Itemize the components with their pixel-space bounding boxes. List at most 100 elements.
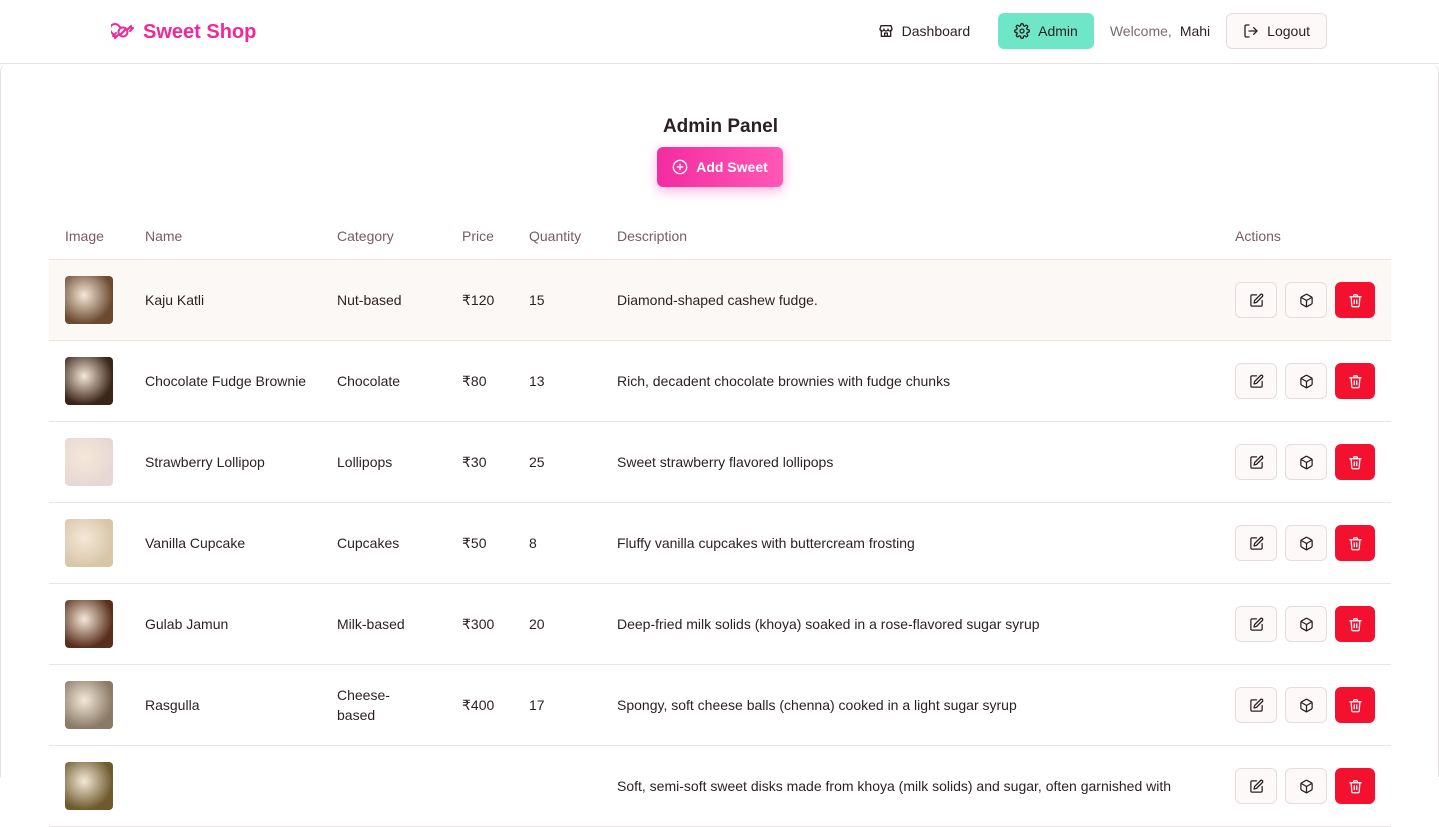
edit-icon	[1249, 536, 1264, 551]
username: Mahi	[1179, 23, 1211, 39]
dashboard-link[interactable]: Dashboard	[862, 13, 987, 49]
delete-button[interactable]	[1335, 768, 1375, 804]
nav-links: Dashboard Admin Welcome, Mahi Logout	[862, 13, 1327, 49]
column-header-description: Description	[617, 228, 688, 244]
edit-button[interactable]	[1235, 768, 1277, 804]
delete-button[interactable]	[1335, 444, 1375, 480]
restock-button[interactable]	[1285, 687, 1327, 723]
brand-name: Sweet Shop	[143, 20, 257, 43]
image-cell	[65, 665, 113, 745]
description-cell: Soft, semi-soft sweet disks made from kh…	[617, 778, 1172, 794]
price-cell: ₹400	[462, 696, 495, 713]
description-cell: Fluffy vanilla cupcakes with buttercream…	[617, 535, 915, 551]
plus-circle-icon	[672, 159, 688, 175]
description-cell: Diamond-shaped cashew fudge.	[617, 292, 818, 308]
image-cell	[65, 746, 113, 826]
sweets-table: Image Name Category Price Quantity Descr…	[49, 216, 1391, 827]
image-cell	[65, 422, 113, 502]
name-cell: Rasgulla	[145, 697, 200, 713]
admin-link[interactable]: Admin	[998, 13, 1094, 49]
edit-button[interactable]	[1235, 525, 1277, 561]
delete-button[interactable]	[1335, 282, 1375, 318]
logout-button[interactable]: Logout	[1226, 13, 1327, 49]
restock-button[interactable]	[1285, 363, 1327, 399]
trash-icon	[1348, 698, 1363, 713]
gear-icon	[1014, 23, 1031, 39]
category-cell: Lollipops	[337, 454, 393, 470]
description-cell: Sweet strawberry flavored lollipops	[617, 454, 834, 470]
actions-cell	[1235, 260, 1375, 340]
table-row: Chocolate Fudge Brownie Chocolate ₹80 13…	[49, 341, 1391, 422]
actions-cell	[1235, 665, 1375, 745]
table-row: Vanilla Cupcake Cupcakes ₹50 8 Fluffy va…	[49, 503, 1391, 584]
trash-icon	[1348, 455, 1363, 470]
actions-cell	[1235, 584, 1375, 664]
admin-label: Admin	[1038, 23, 1078, 39]
restock-button[interactable]	[1285, 606, 1327, 642]
description-cell: Deep-fried milk solids (khoya) soaked in…	[617, 616, 1040, 632]
category-cell	[337, 746, 427, 826]
delete-button[interactable]	[1335, 525, 1375, 561]
restock-button[interactable]	[1285, 768, 1327, 804]
dashboard-label: Dashboard	[901, 23, 971, 39]
package-icon	[1299, 374, 1314, 389]
delete-button[interactable]	[1335, 363, 1375, 399]
add-sweet-label: Add Sweet	[696, 159, 768, 175]
edit-button[interactable]	[1235, 606, 1277, 642]
trash-icon	[1348, 374, 1363, 389]
image-cell	[65, 260, 113, 340]
package-icon	[1299, 293, 1314, 308]
trash-icon	[1348, 536, 1363, 551]
column-header-image: Image	[65, 228, 104, 244]
brand-logo[interactable]: Sweet Shop	[111, 18, 256, 46]
sweet-thumbnail	[65, 519, 113, 567]
name-cell: Gulab Jamun	[145, 616, 229, 632]
package-icon	[1299, 455, 1314, 470]
edit-button[interactable]	[1235, 444, 1277, 480]
table-row: Kaju Katli Nut-based ₹120 15 Diamond-sha…	[49, 260, 1391, 341]
table-header: Image Name Category Price Quantity Descr…	[49, 216, 1391, 260]
image-cell	[65, 341, 113, 421]
restock-button[interactable]	[1285, 444, 1327, 480]
add-sweet-button[interactable]: Add Sweet	[657, 147, 783, 187]
quantity-cell: 13	[529, 373, 545, 389]
welcome-label: Welcome,	[1109, 23, 1172, 39]
quantity-cell: 15	[529, 292, 545, 308]
edit-icon	[1249, 617, 1264, 632]
quantity-cell: 17	[529, 697, 545, 713]
edit-icon	[1249, 698, 1264, 713]
sweet-thumbnail	[65, 438, 113, 486]
edit-icon	[1249, 779, 1264, 794]
delete-button[interactable]	[1335, 606, 1375, 642]
sweet-thumbnail	[65, 762, 113, 810]
description-cell: Spongy, soft cheese balls (chenna) cooke…	[617, 697, 1017, 713]
price-cell: ₹300	[462, 615, 495, 632]
table-body: Kaju Katli Nut-based ₹120 15 Diamond-sha…	[49, 260, 1391, 827]
column-header-actions: Actions	[1235, 228, 1281, 244]
edit-button[interactable]	[1235, 363, 1277, 399]
name-cell: Strawberry Lollipop	[145, 454, 265, 470]
category-cell: Cupcakes	[337, 535, 400, 551]
category-cell: Milk-based	[337, 616, 405, 632]
admin-panel-card: Admin Panel Add Sweet Image Name Categor…	[0, 64, 1439, 827]
trash-icon	[1348, 779, 1363, 794]
restock-button[interactable]	[1285, 282, 1327, 318]
column-header-quantity: Quantity	[529, 228, 582, 244]
quantity-cell: 8	[529, 535, 537, 551]
trash-icon	[1348, 617, 1363, 632]
trash-icon	[1348, 293, 1363, 308]
edit-button[interactable]	[1235, 687, 1277, 723]
restock-button[interactable]	[1285, 525, 1327, 561]
delete-button[interactable]	[1335, 687, 1375, 723]
actions-cell	[1235, 422, 1375, 502]
edit-icon	[1249, 293, 1264, 308]
price-cell: ₹80	[462, 372, 487, 389]
image-cell	[65, 503, 113, 583]
description-cell: Rich, decadent chocolate brownies with f…	[617, 373, 951, 389]
price-cell: ₹30	[462, 453, 487, 470]
package-icon	[1299, 779, 1314, 794]
category-cell: Nut-based	[337, 292, 402, 308]
top-navbar: Sweet Shop Dashboard Admin Welcome, Mahi…	[0, 0, 1439, 64]
sweet-thumbnail	[65, 276, 113, 324]
edit-button[interactable]	[1235, 282, 1277, 318]
